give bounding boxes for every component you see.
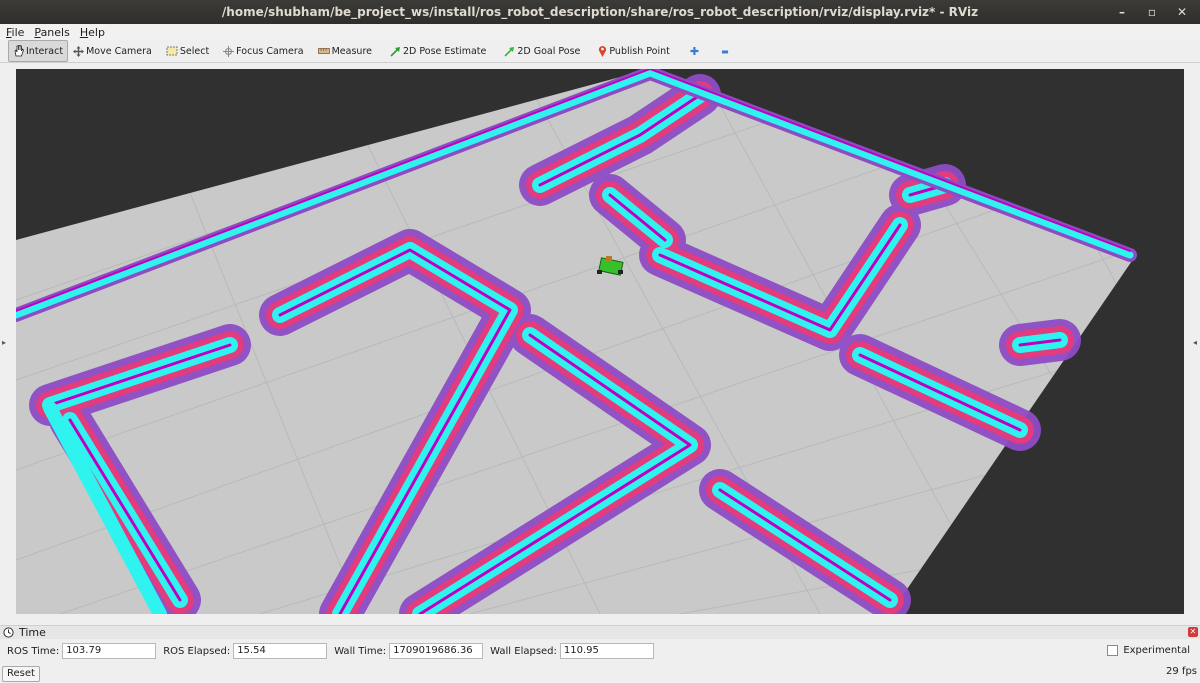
wall-time-label: Wall Time: bbox=[334, 645, 387, 657]
minus-icon: ▬ bbox=[721, 46, 729, 56]
pose-estimate-tool-button[interactable]: 2D Pose Estimate bbox=[386, 41, 490, 61]
interact-label: Interact bbox=[26, 45, 64, 57]
experimental-toggle[interactable]: Experimental bbox=[1107, 645, 1190, 656]
select-box-icon bbox=[166, 46, 178, 56]
move-arrows-icon bbox=[73, 45, 85, 57]
time-fields-row: ROS Time: 103.79 ROS Elapsed: 15.54 Wall… bbox=[0, 640, 1200, 662]
menu-help[interactable]: Help bbox=[74, 26, 109, 39]
left-dock-handle[interactable]: ▸ bbox=[0, 63, 9, 623]
publish-point-label: Publish Point bbox=[609, 45, 670, 57]
publish-point-tool-button[interactable]: Publish Point bbox=[594, 41, 673, 61]
minimize-icon[interactable]: – bbox=[1114, 5, 1130, 19]
move-camera-tool-button[interactable]: Move Camera bbox=[69, 41, 156, 61]
window-title: /home/shubham/be_project_ws/install/ros_… bbox=[221, 5, 979, 19]
menu-bar: File Panels Help bbox=[0, 24, 1200, 40]
move-camera-label: Move Camera bbox=[86, 45, 152, 57]
right-dock-handle[interactable]: ◂ bbox=[1191, 63, 1200, 623]
map-render bbox=[16, 69, 1137, 614]
plus-icon: ✚ bbox=[689, 44, 700, 58]
time-panel-title: Time bbox=[19, 626, 46, 639]
ros-time-label: ROS Time: bbox=[7, 645, 60, 657]
goal-arrow-icon bbox=[504, 46, 515, 57]
select-label: Select bbox=[179, 45, 210, 57]
focus-crosshair-icon bbox=[223, 45, 235, 57]
tools-toolbar: Interact Move Camera Select Focus Camera… bbox=[0, 40, 1200, 63]
window-controls: – ▫ ✕ bbox=[1114, 0, 1190, 24]
wall-elapsed-field[interactable]: 110.95 bbox=[559, 643, 654, 659]
right-collapse-icon: ◂ bbox=[1193, 338, 1198, 347]
pose-estimate-label: 2D Pose Estimate bbox=[402, 45, 487, 57]
wall-time-field[interactable]: 1709019686.36 bbox=[389, 643, 484, 659]
goal-pose-label: 2D Goal Pose bbox=[517, 45, 581, 57]
left-collapse-icon: ▸ bbox=[2, 338, 7, 347]
reset-button[interactable]: Reset bbox=[2, 666, 40, 682]
menu-file[interactable]: File bbox=[0, 26, 28, 39]
green-arrow-icon bbox=[390, 46, 400, 57]
interact-tool-button[interactable]: Interact bbox=[8, 40, 69, 62]
wall-elapsed-label: Wall Elapsed: bbox=[490, 645, 557, 657]
maximize-icon[interactable]: ▫ bbox=[1144, 5, 1160, 19]
measure-tool-button[interactable]: Measure bbox=[314, 41, 376, 61]
time-panel-header: Time ✕ bbox=[0, 625, 1200, 639]
window-title-bar: /home/shubham/be_project_ws/install/ros_… bbox=[0, 0, 1200, 24]
goal-pose-tool-button[interactable]: 2D Goal Pose bbox=[500, 41, 584, 61]
measure-label: Measure bbox=[331, 45, 372, 57]
experimental-label: Experimental bbox=[1123, 645, 1190, 656]
focus-camera-tool-button[interactable]: Focus Camera bbox=[219, 41, 307, 61]
close-panel-icon[interactable]: ✕ bbox=[1188, 627, 1198, 637]
select-tool-button[interactable]: Select bbox=[162, 41, 213, 61]
menu-panels[interactable]: Panels bbox=[28, 26, 73, 39]
remove-tool-button[interactable]: ▬ bbox=[717, 41, 733, 61]
clock-icon bbox=[3, 627, 14, 638]
ros-time-field[interactable]: 103.79 bbox=[62, 643, 157, 659]
hand-icon bbox=[14, 45, 24, 57]
ros-elapsed-field[interactable]: 15.54 bbox=[233, 643, 328, 659]
close-window-icon[interactable]: ✕ bbox=[1174, 5, 1190, 19]
render-viewport[interactable] bbox=[16, 69, 1184, 614]
add-tool-button[interactable]: ✚ bbox=[686, 41, 703, 61]
focus-camera-label: Focus Camera bbox=[236, 45, 304, 57]
ros-elapsed-label: ROS Elapsed: bbox=[163, 645, 231, 657]
map-pin-icon bbox=[599, 46, 607, 57]
fps-readout: 29 fps bbox=[1166, 666, 1197, 677]
ruler-icon bbox=[317, 48, 330, 54]
experimental-checkbox[interactable] bbox=[1107, 645, 1119, 656]
